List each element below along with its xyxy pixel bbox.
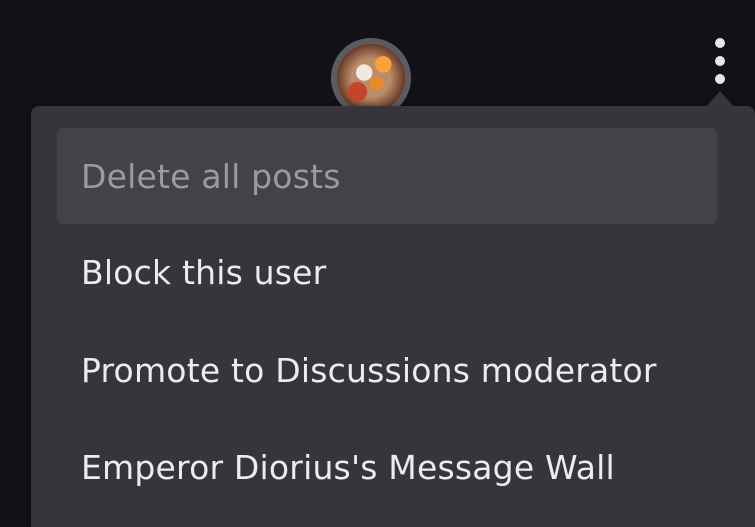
menu-item-promote-moderator[interactable]: Promote to Discussions moderator bbox=[57, 322, 717, 418]
menu-item-message-wall[interactable]: Emperor Diorius's Message Wall bbox=[57, 419, 717, 515]
page: Delete all posts Block this user Promote… bbox=[0, 0, 755, 527]
menu-item-block-user[interactable]: Block this user bbox=[57, 224, 717, 320]
kebab-vertical-icon bbox=[715, 38, 725, 48]
kebab-vertical-icon bbox=[715, 74, 725, 84]
avatar-image bbox=[337, 44, 405, 112]
menu-item-delete-all-posts: Delete all posts bbox=[57, 128, 717, 224]
dropdown-caret bbox=[706, 91, 734, 107]
dropdown-menu: Delete all posts Block this user Promote… bbox=[31, 106, 755, 527]
more-options-button[interactable] bbox=[708, 36, 732, 90]
kebab-vertical-icon bbox=[715, 56, 725, 66]
